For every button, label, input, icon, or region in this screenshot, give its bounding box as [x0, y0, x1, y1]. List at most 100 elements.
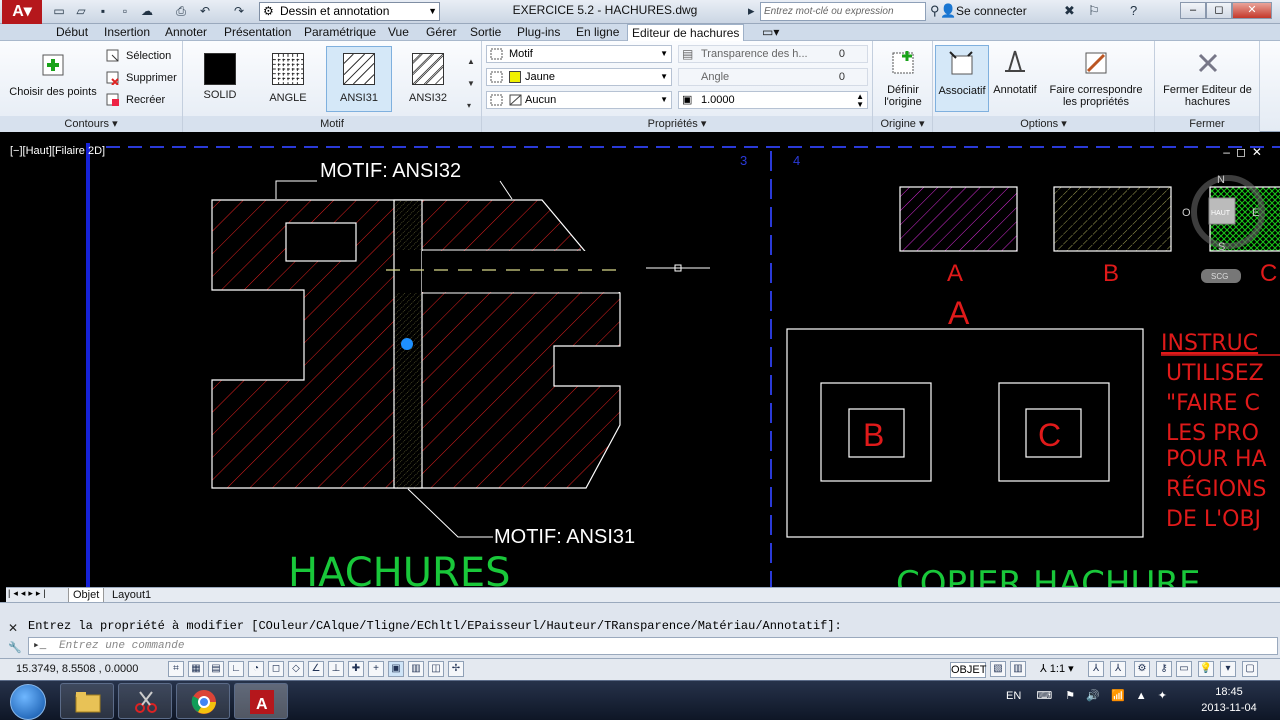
- spinner-icon[interactable]: ▲ ▼: [856, 93, 864, 109]
- arrow-right-icon[interactable]: ▸: [748, 3, 755, 19]
- tab-sortie[interactable]: Sortie: [466, 24, 505, 41]
- close-hatch-editor-button[interactable]: Fermer Editeur de hachures: [1157, 47, 1258, 108]
- undo-icon[interactable]: ↶: [196, 3, 214, 19]
- ortho-icon[interactable]: ∟: [228, 661, 244, 677]
- save-icon[interactable]: ▪: [94, 3, 112, 19]
- minimize-button[interactable]: –: [1180, 2, 1206, 19]
- osnap-icon[interactable]: ◻: [268, 661, 284, 677]
- sign-in-button[interactable]: Se connecter: [956, 4, 1027, 18]
- sample-hatch-a[interactable]: [899, 186, 1018, 252]
- set-origin-button[interactable]: Définir l'origine: [875, 47, 931, 108]
- pattern-ansi32[interactable]: ANSI32: [399, 47, 457, 111]
- workspace-switch-icon[interactable]: ⚙: [1134, 661, 1150, 677]
- quick-view-drawings-icon[interactable]: ▥: [1010, 661, 1026, 677]
- drawing-viewport[interactable]: MOTIF: ANSI32 MOTIF: ANSI31 HACHURES 3 4…: [6, 143, 1280, 587]
- tab-vue[interactable]: Vue: [384, 24, 413, 41]
- recreate-button[interactable]: Recréer: [106, 91, 165, 109]
- keyboard-icon[interactable]: ⌨: [1036, 690, 1052, 702]
- outer-box-a[interactable]: [786, 328, 1144, 538]
- network-icon[interactable]: ⚐: [1088, 3, 1100, 19]
- tab-en-ligne[interactable]: En ligne: [572, 24, 623, 41]
- hatch-grip[interactable]: [401, 338, 413, 350]
- help-icon[interactable]: ?: [1130, 3, 1137, 18]
- pattern-ansi31[interactable]: ANSI31: [326, 46, 392, 112]
- tpy-icon[interactable]: ▣: [388, 661, 404, 677]
- taskbar-autocad[interactable]: A: [234, 683, 288, 719]
- isolate-objects-icon[interactable]: 💡: [1198, 661, 1214, 677]
- annotative-button[interactable]: Annotatif: [989, 47, 1041, 96]
- model-space-button[interactable]: OBJET: [950, 662, 986, 678]
- panel-title-contours[interactable]: Contours ▾: [0, 116, 182, 132]
- sample-hatch-b[interactable]: [1053, 186, 1172, 252]
- polar-icon[interactable]: ◔: [248, 661, 264, 677]
- clean-screen-icon[interactable]: ▢: [1242, 661, 1258, 677]
- hardware-accel-icon[interactable]: ▭: [1176, 661, 1192, 677]
- am-icon[interactable]: ✢: [448, 661, 464, 677]
- clock[interactable]: 18:45 2013-11-04: [1194, 684, 1264, 716]
- pick-points-button[interactable]: Choisir des points: [6, 49, 100, 98]
- binoculars-icon[interactable]: ⚲: [930, 3, 940, 19]
- ribbon-toggle-icon[interactable]: ▭▾: [758, 24, 783, 41]
- tab-objet[interactable]: Objet: [68, 588, 105, 603]
- tab-parametrique[interactable]: Paramétrique: [300, 24, 380, 41]
- user-icon[interactable]: 👤: [940, 3, 956, 19]
- match-properties-button[interactable]: Faire correspondre les propriétés: [1045, 47, 1147, 108]
- open-file-icon[interactable]: ▱: [72, 3, 90, 19]
- ducs-icon[interactable]: ⊥: [328, 661, 344, 677]
- tab-debut[interactable]: Début: [52, 24, 92, 41]
- associative-button[interactable]: Associatif: [935, 45, 989, 112]
- panel-title-origine[interactable]: Origine ▾: [873, 116, 932, 132]
- otrack-icon[interactable]: ∠: [308, 661, 324, 677]
- panel-title-proprietes[interactable]: Propriétés ▾: [482, 116, 872, 132]
- taskbar-chrome[interactable]: [176, 683, 230, 719]
- lwt-icon[interactable]: +: [368, 661, 384, 677]
- tab-annoter[interactable]: Annoter: [161, 24, 211, 41]
- workspace-dropdown[interactable]: ⚙ Dessin et annotation ▼: [259, 2, 440, 21]
- tab-insertion[interactable]: Insertion: [100, 24, 154, 41]
- grid-icon[interactable]: ▦: [188, 661, 204, 677]
- tab-editeur-hachures[interactable]: Editeur de hachures: [627, 24, 745, 41]
- close-icon[interactable]: ✕: [8, 621, 18, 635]
- remove-button[interactable]: Supprimer: [106, 69, 177, 87]
- panel-title-options[interactable]: Options ▾: [933, 116, 1154, 132]
- scale-field[interactable]: ▣ 1.0000 ▲ ▼: [678, 91, 868, 109]
- flag-icon[interactable]: ⚑: [1065, 690, 1075, 702]
- quick-view-layouts-icon[interactable]: ▧: [990, 661, 1006, 677]
- drawing-canvas[interactable]: MOTIF: ANSI32 MOTIF: ANSI31 HACHURES 3 4…: [6, 143, 1280, 587]
- 3d-osnap-icon[interactable]: ◇: [288, 661, 304, 677]
- save-as-icon[interactable]: ▫: [116, 3, 134, 19]
- exchange-icon[interactable]: ✖: [1064, 3, 1075, 19]
- background-color-dropdown[interactable]: Aucun ▼: [486, 91, 672, 109]
- tab-presentation[interactable]: Présentation: [220, 24, 295, 41]
- start-button[interactable]: [10, 684, 46, 720]
- maximize-button[interactable]: ◻: [1206, 2, 1232, 19]
- network-icon[interactable]: 📶: [1111, 690, 1125, 702]
- volume-icon[interactable]: 🔊: [1086, 690, 1100, 702]
- language-indicator[interactable]: EN: [1006, 690, 1021, 702]
- dropbox-icon[interactable]: ✦: [1158, 690, 1167, 702]
- layout-nav-arrows[interactable]: |◂◂▸▸|: [8, 588, 49, 599]
- new-file-icon[interactable]: ▭: [50, 3, 68, 19]
- dyn-icon[interactable]: ✚: [348, 661, 364, 677]
- sc-icon[interactable]: ◫: [428, 661, 444, 677]
- taskbar-explorer[interactable]: [60, 683, 114, 719]
- angle-field[interactable]: Angle 0: [678, 68, 868, 86]
- application-menu-button[interactable]: A▾: [2, 0, 42, 24]
- hatch-type-dropdown[interactable]: Motif ▼: [486, 45, 672, 63]
- search-input[interactable]: Entrez mot-clé ou expression: [760, 2, 926, 21]
- transparency-field[interactable]: ▤ Transparence des h... 0: [678, 45, 868, 63]
- qp-icon[interactable]: ▥: [408, 661, 424, 677]
- viewport-window-controls[interactable]: –◻✕: [1223, 145, 1268, 159]
- grid-display-icon[interactable]: ▤: [208, 661, 224, 677]
- annotation-scale[interactable]: ⅄ 1:1 ▾: [1040, 662, 1074, 675]
- pattern-angle[interactable]: ANGLE: [259, 47, 317, 111]
- viewport-controls-label[interactable]: [−][Haut][Filaire 2D]: [10, 145, 105, 157]
- command-input[interactable]: ▸_ Entrez une commande: [28, 637, 1278, 655]
- snap-icon[interactable]: ⌗: [168, 661, 184, 677]
- annotation-visibility-icon[interactable]: ⅄: [1088, 661, 1104, 677]
- wrench-icon[interactable]: 🔧: [8, 641, 22, 654]
- print-icon[interactable]: ⎙: [172, 3, 190, 19]
- pattern-solid[interactable]: SOLID: [191, 47, 249, 111]
- tab-gerer[interactable]: Gérer: [422, 24, 461, 41]
- hatch-color-dropdown[interactable]: Jaune ▼: [486, 68, 672, 86]
